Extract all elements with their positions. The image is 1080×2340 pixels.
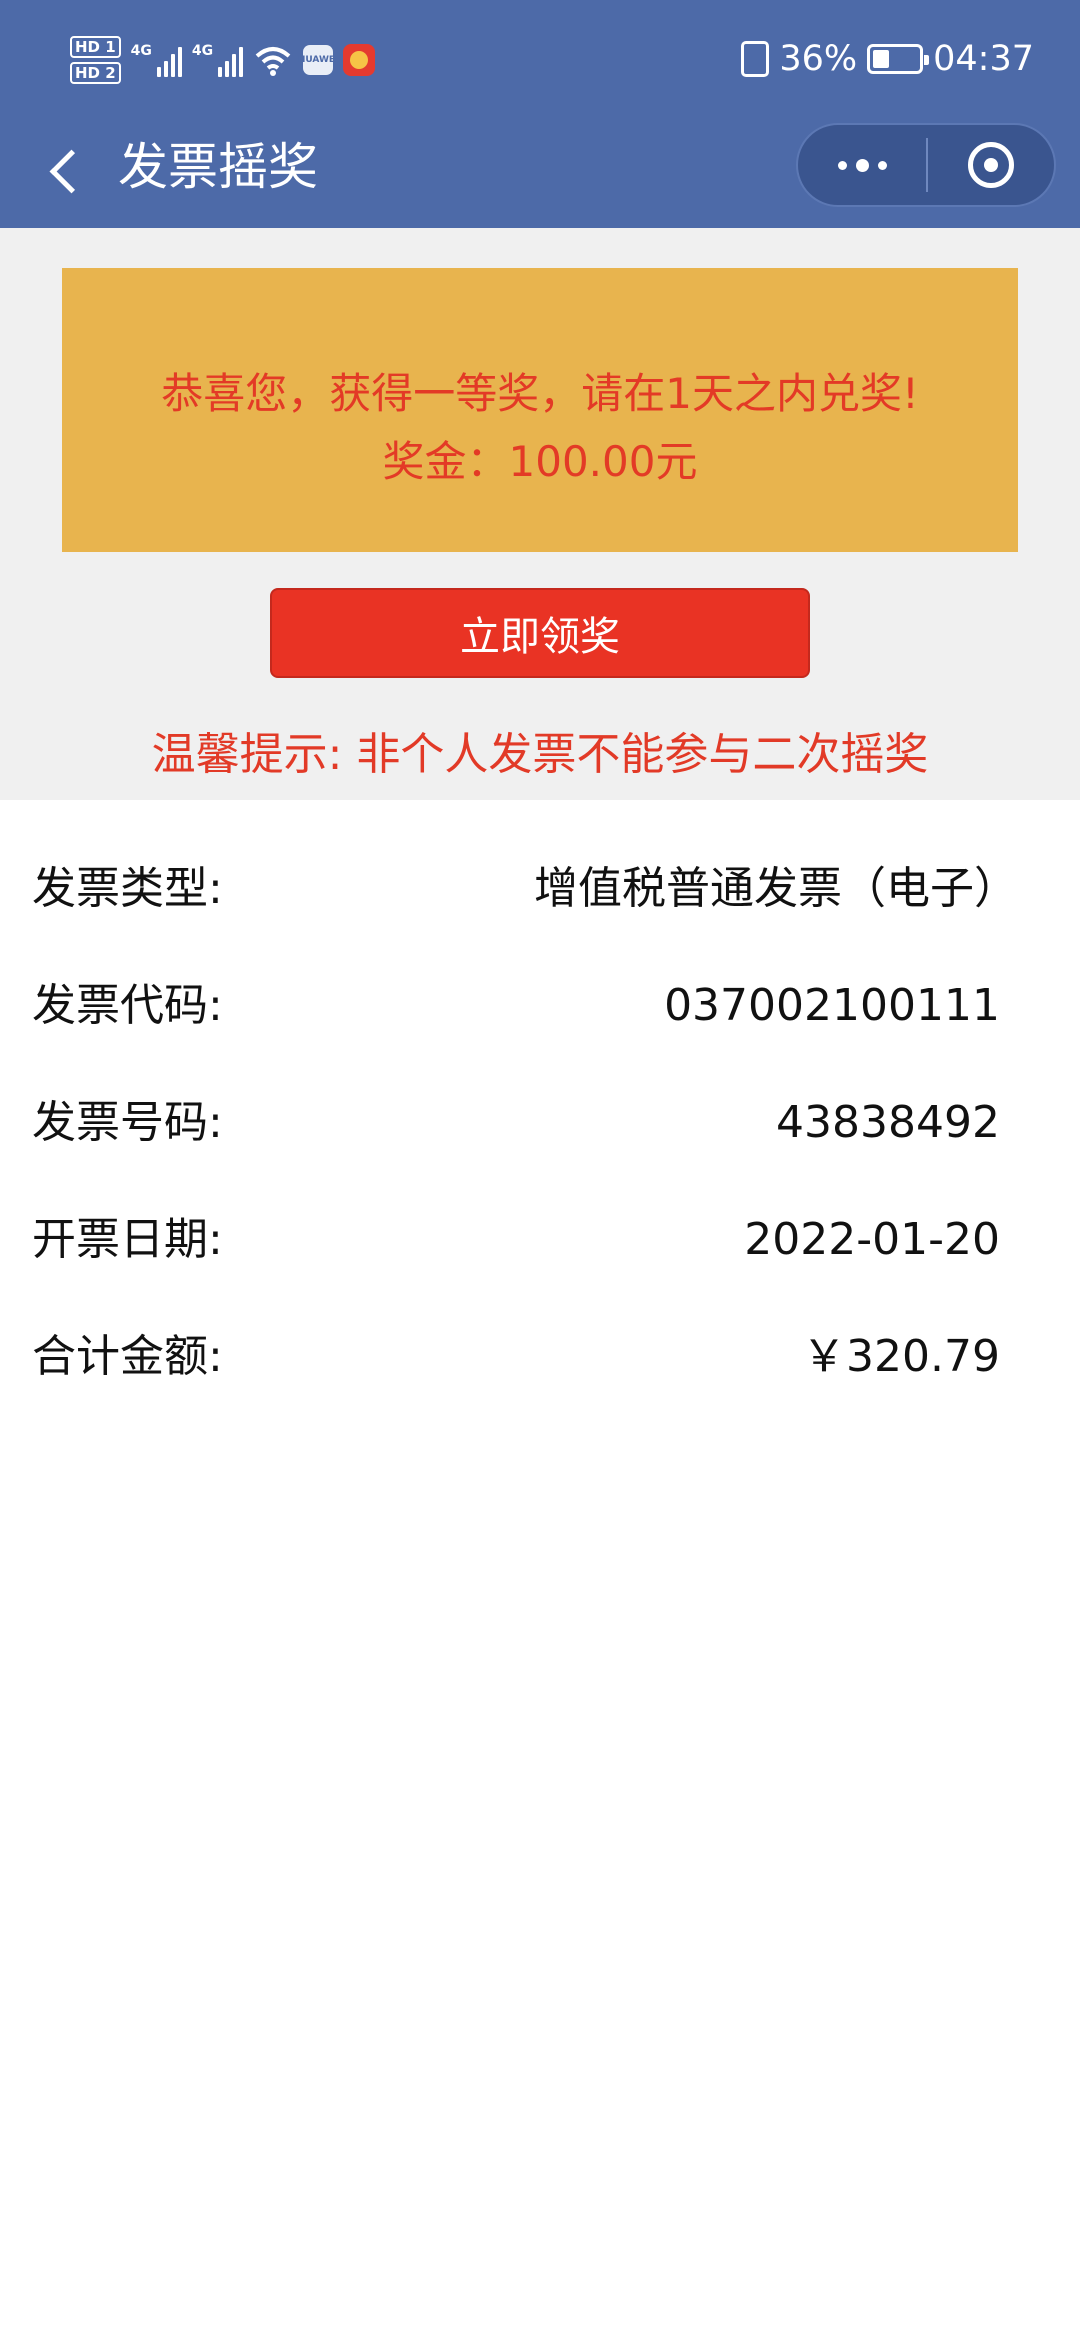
claim-prize-button[interactable]: 立即领奖 [270, 588, 810, 678]
more-button[interactable] [798, 125, 926, 205]
detail-row-date: 开票日期: 2022-01-20 [0, 1205, 1080, 1275]
detail-row-type: 发票类型: 增值税普通发票（电子） [0, 854, 1080, 924]
detail-label: 发票代码: [32, 980, 223, 1031]
app-header: HD 1 HD 2 4G 4G HUAWEI 36% 04:37 发票摇奖 [0, 0, 1080, 228]
network-type-label: 4G [191, 43, 214, 59]
detail-value: 037002100111 [664, 980, 1000, 1031]
signal-icon: 4G [131, 43, 182, 77]
huawei-app-icon: HUAWEI [298, 45, 338, 75]
battery-icon [867, 44, 930, 74]
detail-value: 43838492 [776, 1097, 1000, 1148]
prize-message: 恭喜您，获得一等奖，请在1天之内兑奖! [161, 369, 919, 418]
prize-amount: 奖金：100.00元 [382, 437, 698, 486]
close-miniprogram-button[interactable] [928, 125, 1054, 205]
detail-value: 增值税普通发票（电子） [534, 863, 1018, 914]
hd1-badge: HD 1 [70, 36, 121, 58]
detail-row-code: 发票代码: 037002100111 [0, 971, 1080, 1041]
detail-value: ￥320.79 [802, 1331, 1000, 1382]
battery-percent: 36% [779, 39, 858, 79]
detail-value: 2022-01-20 [744, 1214, 1000, 1265]
signal-icon: 4G [191, 43, 244, 77]
hd-indicators: HD 1 HD 2 [70, 36, 121, 84]
prize-ticket: 恭喜您，获得一等奖，请在1天之内兑奖! 奖金：100.00元 [48, 254, 1032, 566]
target-ring-icon [968, 142, 1014, 188]
detail-label: 开票日期: [32, 1214, 223, 1265]
more-dots-icon [837, 160, 847, 170]
hd2-badge: HD 2 [70, 62, 121, 84]
back-button[interactable] [42, 140, 82, 200]
status-icons-right: 36% 04:37 [741, 32, 1034, 86]
prize-section: 恭喜您，获得一等奖，请在1天之内兑奖! 奖金：100.00元 立即领奖 温馨提示… [0, 228, 1080, 800]
network-type-label: 4G [130, 43, 152, 59]
detail-label: 发票号码: [32, 1097, 223, 1148]
warm-tip: 温馨提示: 非个人发票不能参与二次摇奖 [151, 729, 929, 780]
page-title: 发票摇奖 [118, 138, 318, 196]
miniprogram-capsule [796, 123, 1056, 207]
notification-app-icon [343, 44, 376, 76]
battery-fill [873, 50, 890, 68]
detail-label: 合计金额: [32, 1331, 223, 1382]
clock: 04:37 [933, 39, 1034, 79]
vibrate-icon [741, 41, 770, 77]
wifi-icon [255, 47, 291, 76]
detail-label: 发票类型: [32, 863, 223, 914]
detail-row-number: 发票号码: 43838492 [0, 1088, 1080, 1158]
detail-row-total: 合计金额: ￥320.79 [0, 1322, 1080, 1392]
status-bar: HD 1 HD 2 4G 4G HUAWEI 36% 04:37 [0, 0, 1080, 118]
nav-bar: 发票摇奖 [0, 118, 1080, 228]
status-icons-left: HD 1 HD 2 4G 4G HUAWEI [70, 30, 376, 90]
